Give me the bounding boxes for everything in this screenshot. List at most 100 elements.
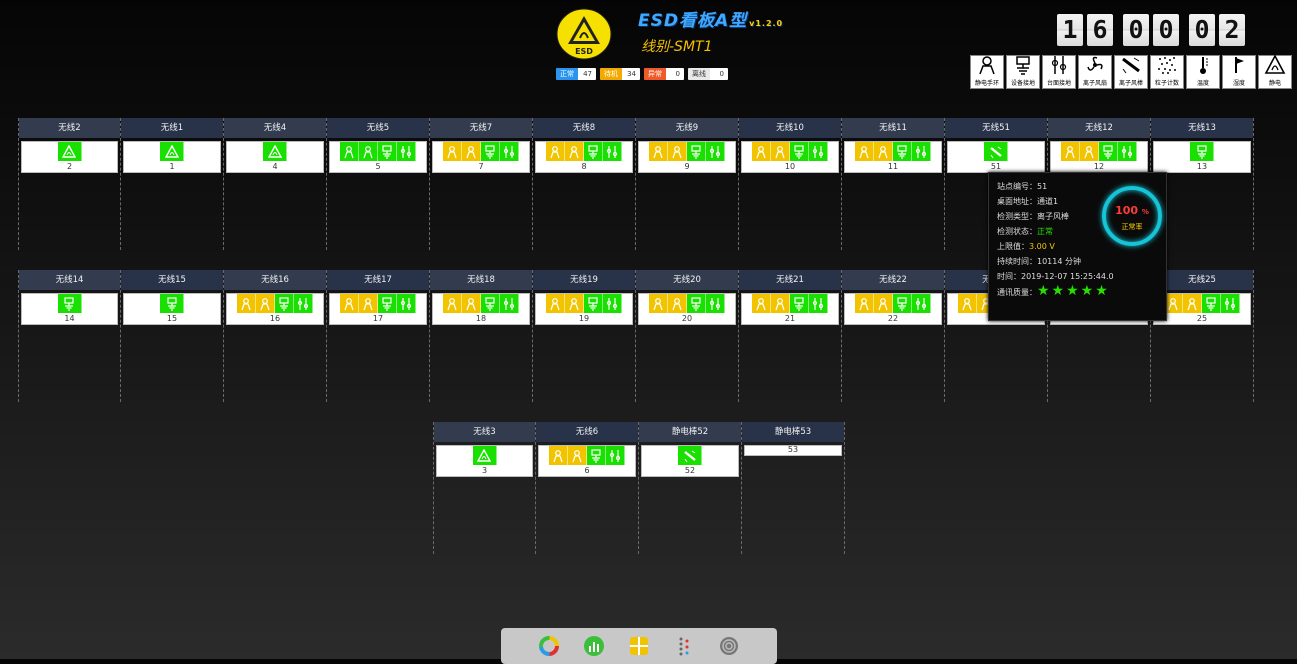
station-column: 无线4 4	[224, 118, 327, 250]
title-text: ESD看板A型	[638, 11, 748, 31]
station-card[interactable]: 7	[432, 141, 530, 173]
legend-item[interactable]: 离子风扇	[1078, 55, 1112, 89]
station-card[interactable]: 9	[638, 141, 736, 173]
station-number: 14	[64, 314, 75, 323]
legend-label: 静电手环	[974, 80, 999, 87]
bar-chart-icon[interactable]	[583, 635, 605, 657]
legend-label: 静电	[1268, 80, 1281, 87]
clock-digit: 6	[1087, 14, 1113, 46]
station-row-3: 无线3 3 无线6 6 静电棒52 52 静电棒53 53	[433, 422, 845, 554]
clock-digit: 0	[1123, 14, 1149, 46]
station-column: 无线16 16	[224, 270, 327, 402]
station-column: 静电棒52 52	[639, 422, 742, 554]
station-column: 无线2 2	[18, 118, 121, 250]
station-card[interactable]: 17	[329, 293, 427, 325]
station-number: 2	[66, 162, 73, 171]
station-card[interactable]: 10	[741, 141, 839, 173]
station-card[interactable]: 6	[538, 445, 636, 477]
station-card[interactable]: 22	[844, 293, 942, 325]
legend-item[interactable]: 设备接地	[1006, 55, 1040, 89]
station-card[interactable]: 11	[844, 141, 942, 173]
legend-item[interactable]: 台面接地	[1042, 55, 1076, 89]
station-card[interactable]: 21	[741, 293, 839, 325]
equipment-ground-icon	[57, 294, 82, 313]
station-card[interactable]: 51	[947, 141, 1045, 173]
page-title: ESD看板A型 v1.2.0	[638, 6, 783, 31]
station-card[interactable]: 14	[21, 293, 118, 325]
equipment-ground-icon	[687, 142, 706, 161]
station-name: 无线11	[842, 118, 944, 138]
station-column: 无线3 3	[433, 422, 536, 554]
status-count-0: 正常 47	[556, 68, 596, 80]
station-card[interactable]: 16	[226, 293, 324, 325]
table-ground-icon	[706, 142, 725, 161]
equipment-ground-icon	[584, 142, 603, 161]
static-icon	[263, 142, 287, 161]
list-dots-icon[interactable]	[673, 635, 695, 657]
wrist-strap-icon	[668, 294, 687, 313]
station-card[interactable]: 25	[1153, 293, 1251, 325]
station-number: 20	[681, 314, 693, 323]
station-card[interactable]: 13	[1153, 141, 1251, 173]
wrist-strap-icon	[443, 294, 462, 313]
legend-item[interactable]: 温度	[1186, 55, 1220, 89]
equipment-ground-icon	[1202, 294, 1221, 313]
station-card[interactable]: 19	[535, 293, 633, 325]
legend-item[interactable]: 静电	[1258, 54, 1292, 89]
legend-item[interactable]: 离子风棒	[1114, 55, 1148, 89]
equipment-ground-icon	[1012, 55, 1034, 80]
ion-bar-icon	[984, 142, 1008, 161]
equipment-ground-icon	[1099, 142, 1118, 161]
grid-layout-icon[interactable]	[628, 635, 650, 657]
humidity-icon	[1228, 55, 1250, 80]
station-card[interactable]: 5	[329, 141, 427, 173]
station-card[interactable]: 1	[123, 141, 221, 173]
station-card[interactable]: 15	[123, 293, 221, 325]
equipment-ground-icon	[893, 294, 912, 313]
station-number: 53	[787, 445, 799, 454]
table-ground-icon	[603, 294, 622, 313]
clock-digit: 1	[1057, 14, 1083, 46]
station-card[interactable]: 52	[641, 445, 739, 477]
equipment-ground-icon	[275, 294, 294, 313]
table-ground-icon	[397, 142, 416, 161]
wrist-strap-icon	[874, 294, 893, 313]
station-name: 无线1	[121, 118, 223, 138]
station-column: 无线11 11	[842, 118, 945, 250]
wrist-strap-icon	[359, 294, 378, 313]
wrist-strap-icon	[649, 294, 668, 313]
station-name: 无线12	[1048, 118, 1150, 138]
color-wheel-icon[interactable]	[538, 635, 560, 657]
station-card[interactable]: 4	[226, 141, 324, 173]
station-column: 无线6 6	[536, 422, 639, 554]
station-number: 13	[1196, 162, 1208, 171]
station-card[interactable]: 12	[1050, 141, 1148, 173]
wrist-strap-icon	[1080, 142, 1099, 161]
wrist-strap-icon	[771, 294, 790, 313]
station-number: 16	[269, 314, 281, 323]
station-card[interactable]: 18	[432, 293, 530, 325]
station-number: 7	[478, 162, 484, 171]
station-number: 4	[272, 162, 278, 171]
station-number: 15	[166, 314, 178, 323]
station-card[interactable]: 53	[744, 445, 842, 456]
station-name: 无线51	[945, 118, 1047, 138]
wrist-strap-icon	[855, 294, 874, 313]
station-number: 22	[887, 314, 899, 323]
popup-upper-limit: 上限值：3.00 V	[997, 242, 1055, 251]
legend-item[interactable]: 粒子计数	[1150, 55, 1184, 89]
wrist-strap-icon	[855, 142, 874, 161]
station-name: 无线16	[224, 270, 326, 290]
station-number: 21	[784, 314, 796, 323]
station-card[interactable]: 20	[638, 293, 736, 325]
signal-stars: ★★★★★	[1037, 283, 1110, 299]
clock-digit: 0	[1189, 14, 1215, 46]
target-icon[interactable]	[718, 635, 740, 657]
svg-text:ESD: ESD	[575, 47, 593, 56]
station-card[interactable]: 2	[21, 141, 118, 173]
station-card[interactable]: 8	[535, 141, 633, 173]
station-card[interactable]: 3	[436, 445, 533, 477]
legend-item[interactable]: 静电手环	[970, 55, 1004, 89]
legend-item[interactable]: 湿度	[1222, 55, 1256, 89]
wrist-strap-icon	[649, 142, 668, 161]
